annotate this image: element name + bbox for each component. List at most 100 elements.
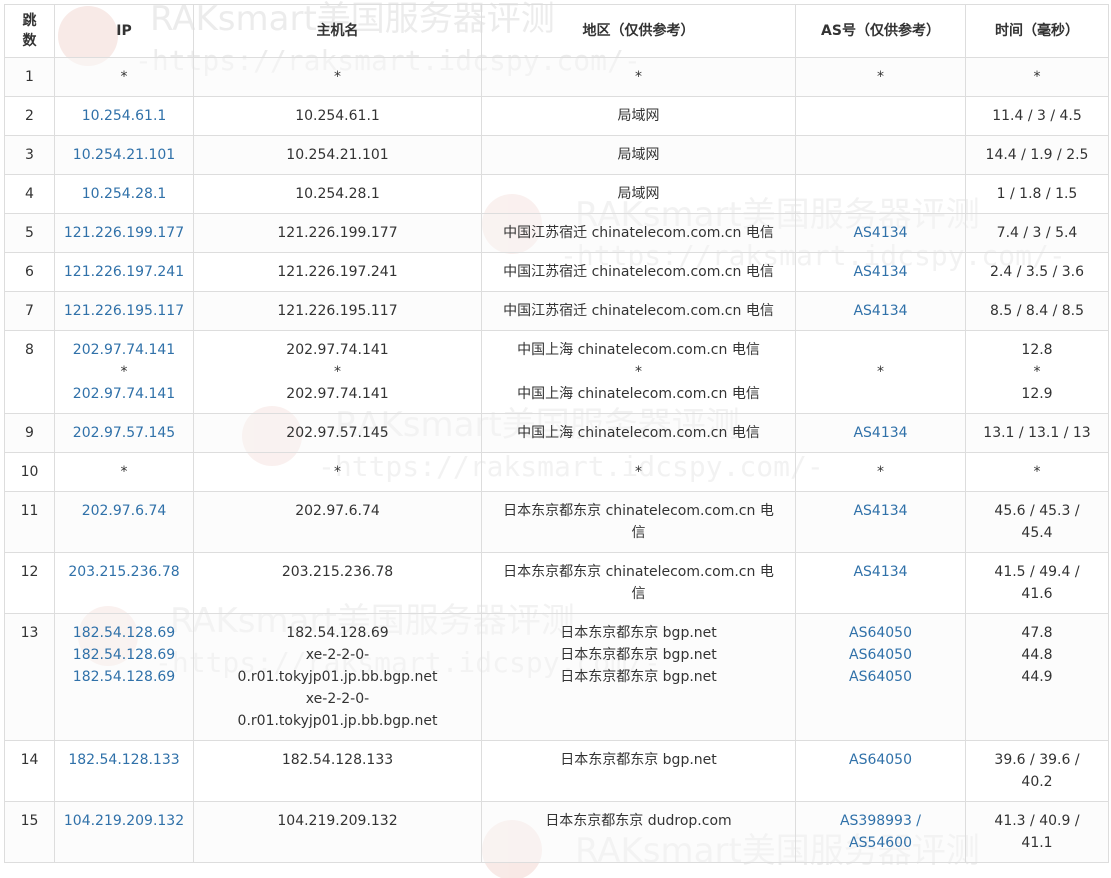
cell-host-text: 121.226.199.177 xyxy=(277,225,398,241)
cell-hop-text: 3 xyxy=(25,147,34,163)
cell-as-text: * xyxy=(877,464,884,480)
as-link[interactable]: AS4134 xyxy=(800,500,961,522)
ip-link[interactable]: 104.219.209.132 xyxy=(59,810,189,832)
table-row: 8 202.97.74.141 * 202.97.74.141 202.97.74.14… xyxy=(4,330,1109,414)
cell-hop-text: 5 xyxy=(25,225,34,241)
cell-hop-text: 10 xyxy=(20,464,39,480)
cell-host: * xyxy=(193,452,482,492)
cell-host-text: 10.254.28.1 xyxy=(295,186,380,202)
table-row: 14 182.54.128.133 182.54.128.133 日本东京都东京 bg… xyxy=(4,740,1109,802)
cell-host-text: xe-2-2-0- xyxy=(305,691,370,707)
cell-hop: 8 xyxy=(4,330,55,414)
cell-time-text: 8.5 / 8.4 / 8.5 xyxy=(989,303,1085,319)
as-link[interactable]: AS4134 xyxy=(800,222,961,244)
cell-hop-text: 14 xyxy=(20,752,39,768)
ip-link[interactable]: 121.226.199.177 xyxy=(59,222,189,244)
cell-host-text: 202.97.74.141 xyxy=(286,386,389,402)
cell-host: 182.54.128.69 xe-2-2-0- 0.r01.tokyjp01.jp.… xyxy=(193,613,482,741)
cell-hop: 15 xyxy=(4,801,55,863)
cell-ip: 182.54.128.69 182.54.128.69 182.54.128.69 xyxy=(54,613,194,741)
cell-ip-text: * xyxy=(120,464,128,480)
ip-link[interactable]: 182.54.128.69 xyxy=(59,666,189,688)
ip-link[interactable]: 203.215.236.78 xyxy=(59,561,189,583)
cell-region: * xyxy=(481,57,796,97)
ip-link[interactable]: 10.254.28.1 xyxy=(59,183,189,205)
cell-hop: 6 xyxy=(4,252,55,292)
cell-ip: 10.254.21.101 xyxy=(54,135,194,175)
cell-as-text xyxy=(800,144,961,166)
as-link[interactable]: AS398993 / xyxy=(800,810,961,832)
table-header-row: 跳数 IP 主机名 地区（仅供参考） AS号（仅供参考） 时间（毫秒） xyxy=(4,4,1109,58)
header-as: AS号（仅供参考） xyxy=(795,4,966,58)
cell-region-text: 日本东京都东京 bgp.net xyxy=(560,669,717,685)
as-link[interactable]: AS4134 xyxy=(800,261,961,283)
cell-as: AS4134 xyxy=(795,213,966,253)
as-link[interactable]: AS64050 xyxy=(800,666,961,688)
cell-region-text: 日本东京都东京 bgp.net xyxy=(560,752,717,768)
cell-region-text: 局域网 xyxy=(617,186,660,202)
cell-region-text: 局域网 xyxy=(617,108,660,124)
cell-region-text: 中国江苏宿迁 chinatelecom.com.cn 电信 xyxy=(503,225,774,241)
cell-host-text: 202.97.57.145 xyxy=(286,425,389,441)
cell-region: 中国江苏宿迁 chinatelecom.com.cn 电信 xyxy=(481,291,796,331)
table-row: 3 10.254.21.101 10.254.21.101 局域网 14.4 / 1.… xyxy=(4,135,1109,175)
ip-link[interactable]: 182.54.128.133 xyxy=(59,749,189,771)
ip-link[interactable]: 202.97.57.145 xyxy=(59,422,189,444)
cell-hop: 10 xyxy=(4,452,55,492)
ip-link[interactable]: 121.226.197.241 xyxy=(59,261,189,283)
as-link[interactable]: AS64050 xyxy=(800,622,961,644)
ip-link[interactable]: 182.54.128.69 xyxy=(59,644,189,666)
cell-host-text: * xyxy=(334,69,341,85)
cell-host-text: 182.54.128.133 xyxy=(281,752,394,768)
cell-time-text: 41.5 / 49.4 / xyxy=(994,564,1080,580)
cell-region: 局域网 xyxy=(481,96,796,136)
ip-link[interactable]: 10.254.61.1 xyxy=(59,105,189,127)
cell-region: 日本东京都东京 chinatelecom.com.cn 电信 xyxy=(481,491,796,553)
cell-time: 41.5 / 49.4 / 41.6 xyxy=(965,552,1109,614)
cell-as-text xyxy=(800,383,961,405)
cell-time-text: 41.1 xyxy=(1021,835,1053,851)
cell-hop-text: 15 xyxy=(20,813,39,829)
ip-link[interactable]: 182.54.128.69 xyxy=(59,622,189,644)
as-link[interactable]: AS64050 xyxy=(800,749,961,771)
traceroute-table: 跳数 IP 主机名 地区（仅供参考） AS号（仅供参考） 时间（毫秒） 1 * * *… xyxy=(4,4,1109,863)
cell-region-text: 日本东京都东京 chinatelecom.com.cn 电 xyxy=(503,564,774,580)
cell-region: 局域网 xyxy=(481,174,796,214)
cell-region: 中国江苏宿迁 chinatelecom.com.cn 电信 xyxy=(481,252,796,292)
cell-host: 203.215.236.78 xyxy=(193,552,482,614)
cell-hop-text: 7 xyxy=(25,303,34,319)
table-row: 10 * * * * * xyxy=(4,452,1109,492)
table-row: 4 10.254.28.1 10.254.28.1 局域网 1 / 1.8 / 1.5 xyxy=(4,174,1109,214)
as-link[interactable]: AS64050 xyxy=(800,644,961,666)
cell-as xyxy=(795,96,966,136)
cell-time-text: 41.3 / 40.9 / xyxy=(994,813,1080,829)
cell-hop-text: 4 xyxy=(25,186,34,202)
as-link[interactable]: AS54600 xyxy=(800,832,961,854)
table-row: 1 * * * * * xyxy=(4,57,1109,97)
cell-hop-text: 1 xyxy=(25,69,34,85)
cell-hop: 14 xyxy=(4,740,55,802)
ip-link[interactable]: 202.97.74.141 xyxy=(59,383,189,405)
cell-host-text: 10.254.21.101 xyxy=(286,147,389,163)
cell-as-text: * xyxy=(877,364,884,380)
cell-hop-text: 12 xyxy=(20,564,39,580)
as-link[interactable]: AS4134 xyxy=(800,300,961,322)
header-host: 主机名 xyxy=(193,4,482,58)
as-link[interactable]: AS4134 xyxy=(800,422,961,444)
cell-time-text: 45.4 xyxy=(1021,525,1053,541)
as-link[interactable]: AS4134 xyxy=(800,561,961,583)
cell-time-text: * xyxy=(1033,464,1041,480)
ip-link[interactable]: 202.97.6.74 xyxy=(59,500,189,522)
cell-time-text: 14.4 / 1.9 / 2.5 xyxy=(985,147,1089,163)
cell-time: * xyxy=(965,452,1109,492)
ip-link[interactable]: 202.97.74.141 xyxy=(59,339,189,361)
ip-link[interactable]: 10.254.21.101 xyxy=(59,144,189,166)
cell-region-text: 中国江苏宿迁 chinatelecom.com.cn 电信 xyxy=(503,303,774,319)
cell-host: 10.254.28.1 xyxy=(193,174,482,214)
table-row: 9 202.97.57.145 202.97.57.145 中国上海 chinatel… xyxy=(4,413,1109,453)
cell-host: 104.219.209.132 xyxy=(193,801,482,863)
cell-hop: 1 xyxy=(4,57,55,97)
cell-as-text xyxy=(800,339,961,361)
cell-time: 14.4 / 1.9 / 2.5 xyxy=(965,135,1109,175)
ip-link[interactable]: 121.226.195.117 xyxy=(59,300,189,322)
